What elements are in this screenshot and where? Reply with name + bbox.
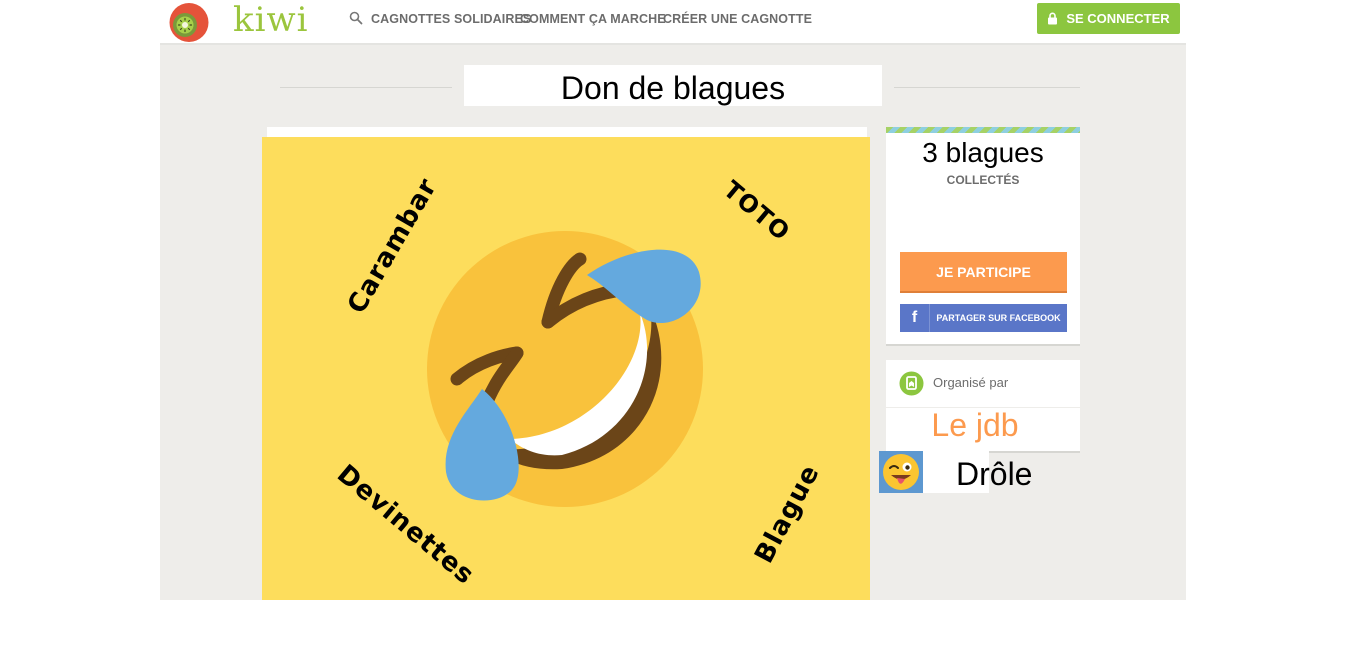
login-button[interactable]: SE CONNECTER	[1037, 3, 1180, 34]
title-divider-right	[894, 87, 1080, 88]
organizer-name[interactable]: Le jdb	[886, 407, 1064, 444]
organizer-label: Organisé par	[933, 375, 1009, 390]
search-icon[interactable]	[349, 11, 363, 25]
facebook-icon: f	[900, 304, 930, 332]
kiwi-logo-icon[interactable]	[169, 2, 209, 43]
card-stripe	[886, 127, 1080, 133]
login-label: SE CONNECTER	[1066, 11, 1170, 26]
title-divider-left	[280, 87, 452, 88]
participate-button[interactable]: JE PARTICIPE	[900, 252, 1067, 293]
campaign-image: Carambar TOTO Devinettes Blague	[262, 137, 870, 600]
nav-creer-une-cagnotte[interactable]: CRÉER UNE CAGNOTTE	[663, 12, 812, 26]
badge-icon	[899, 371, 924, 396]
facebook-share-label: PARTAGER SUR FACEBOOK	[936, 313, 1061, 323]
collected-label: COLLECTÉS	[946, 173, 1020, 187]
category-tag-label: Drôle	[956, 456, 1033, 492]
page-title: Don de blagues	[464, 65, 882, 106]
winking-tongue-emoji-icon	[879, 451, 923, 493]
nav-cagnottes-solidaires[interactable]: CAGNOTTES SOLIDAIRES	[371, 12, 531, 26]
rolling-laughing-emoji-icon	[427, 231, 703, 507]
collected-count: 3 blagues	[922, 137, 1044, 168]
lock-icon	[1048, 12, 1058, 25]
facebook-share-button[interactable]: f PARTAGER SUR FACEBOOK	[900, 304, 1067, 332]
brand-name[interactable]: kiwi	[233, 0, 308, 40]
nav-comment-ca-marche[interactable]: COMMENT ÇA MARCHE	[520, 12, 666, 26]
